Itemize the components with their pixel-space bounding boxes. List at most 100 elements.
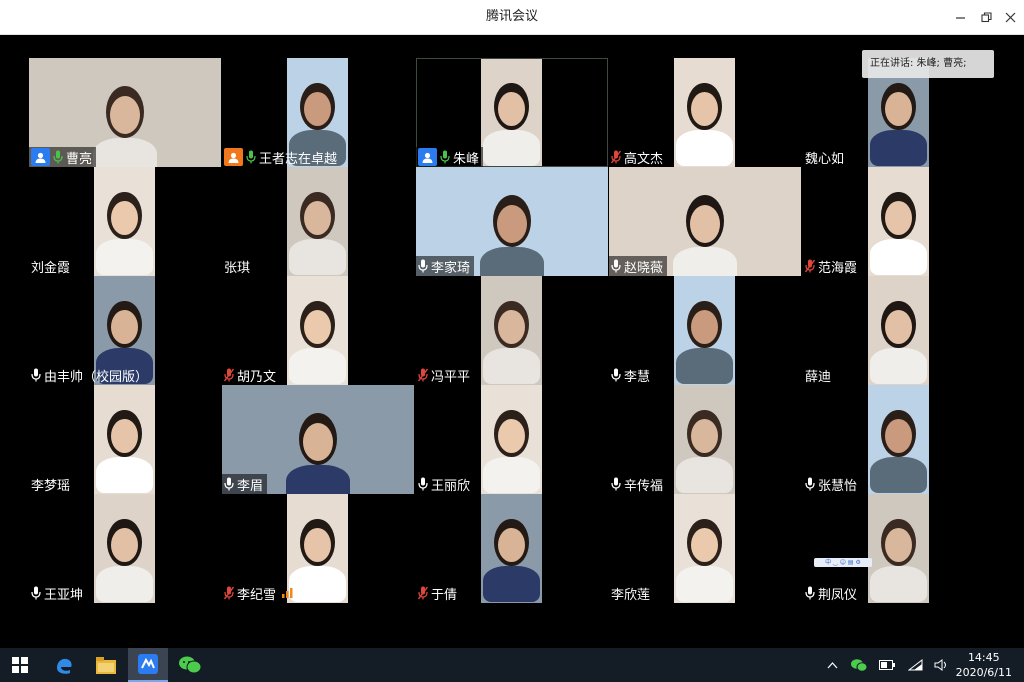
battery-icon[interactable]	[876, 648, 898, 682]
participant-name-label: 薛迪	[803, 365, 835, 385]
taskbar: 14:45 2020/6/11	[0, 648, 1024, 682]
minimize-icon[interactable]	[946, 0, 974, 34]
participant-tile[interactable]: 荆凤仪	[803, 494, 995, 603]
participant-name-label: 赵晓薇	[609, 256, 668, 276]
video-gallery: 曹亮 王者志在卓越 朱峰 高文杰 魏心如刘金霞 张琪 李家琦 赵晓薇 范海霞由丰帅（校园版） 胡乃…	[0, 35, 1024, 648]
participant-name: 李纪雪	[237, 587, 277, 603]
participant-name-label: 李欣莲	[609, 583, 654, 603]
participant-tile[interactable]: 辛传福	[609, 385, 801, 494]
participant-tile[interactable]: 范海霞	[803, 167, 995, 276]
participant-name-label: 高文杰	[609, 147, 667, 167]
mic-icon	[31, 586, 44, 600]
participant-tile[interactable]: 张琪	[222, 167, 414, 276]
edge-icon[interactable]	[44, 648, 84, 682]
speaking-indicator: 正在讲话: 朱峰; 曹亮;	[862, 50, 994, 78]
participant-name: 王亚坤	[44, 587, 84, 603]
mic-icon	[418, 259, 431, 273]
participant-tile[interactable]: 王丽欣	[416, 385, 608, 494]
participant-body	[869, 566, 928, 602]
mic-icon	[805, 477, 818, 491]
participant-name-label: 魏心如	[803, 147, 848, 167]
participant-tile[interactable]: 李家琦	[416, 167, 608, 276]
participant-body	[675, 348, 734, 384]
participant-tile[interactable]: 于倩	[416, 494, 608, 603]
participant-tile[interactable]: 李眉	[222, 385, 414, 494]
participant-body	[869, 239, 928, 275]
participant-tile[interactable]: 朱峰	[416, 58, 608, 167]
participant-body	[93, 138, 157, 167]
participant-body	[95, 566, 154, 602]
mic-icon	[418, 477, 431, 491]
participant-tile[interactable]: 李纪雪	[222, 494, 414, 603]
participant-video	[674, 58, 735, 167]
participant-tile[interactable]: 薛迪	[803, 276, 995, 385]
participant-video	[674, 494, 735, 603]
wifi-icon[interactable]	[904, 648, 926, 682]
participant-body	[675, 566, 734, 602]
participant-tile[interactable]: 冯平平	[416, 276, 608, 385]
participant-tile[interactable]: 王亚坤	[29, 494, 221, 603]
participant-tile[interactable]: 李欣莲	[609, 494, 801, 603]
participant-name-label: 李家琦	[416, 256, 475, 276]
mic-icon	[224, 477, 237, 491]
participant-video	[94, 494, 155, 603]
participant-tile[interactable]: 张慧怡	[803, 385, 995, 494]
mic-icon	[805, 586, 818, 600]
mic-icon	[246, 150, 259, 164]
participant-name-label: 王丽欣	[416, 474, 474, 494]
user-badge-icon	[418, 148, 437, 166]
file-explorer-icon[interactable]	[86, 648, 126, 682]
participant-name: 薛迪	[805, 369, 832, 385]
participant-tile[interactable]: 李慧	[609, 276, 801, 385]
participant-name-label: 辛传福	[609, 474, 667, 494]
participant-tile[interactable]: 由丰帅（校园版）	[29, 276, 221, 385]
window-title: 腾讯会议	[485, 9, 538, 24]
close-icon[interactable]	[996, 0, 1024, 34]
participant-tile[interactable]: 高文杰	[609, 58, 801, 167]
participant-name-label: 王亚坤	[29, 583, 87, 603]
ime-toolbar[interactable]: 中 ‿ ☺ ▤ ⚙	[814, 558, 872, 567]
mic-muted-icon	[418, 368, 431, 382]
participant-body	[95, 457, 154, 493]
system-clock[interactable]: 14:45 2020/6/11	[956, 650, 1012, 680]
volume-icon[interactable]	[930, 648, 952, 682]
participant-name: 辛传福	[624, 478, 664, 494]
windows-start-icon[interactable]	[0, 648, 40, 682]
participant-name-label: 胡乃文	[222, 365, 280, 385]
participant-video	[481, 494, 542, 603]
participant-name-label: 李眉	[222, 474, 268, 494]
participant-tile[interactable]: 刘金霞	[29, 167, 221, 276]
clock-date: 2020/6/11	[955, 666, 1012, 679]
participant-name: 李欣莲	[611, 587, 651, 603]
participant-body	[869, 348, 928, 384]
participant-name: 刘金霞	[31, 260, 71, 276]
participant-name: 王者志在卓越	[259, 151, 338, 167]
participant-name-label: 李梦瑶	[29, 474, 74, 494]
participant-video	[674, 276, 735, 385]
participant-tile[interactable]: 王者志在卓越	[222, 58, 414, 167]
chevron-up-icon[interactable]	[822, 648, 842, 682]
participant-name: 高文杰	[624, 151, 664, 167]
participant-name-label: 于倩	[416, 583, 461, 603]
participant-body	[95, 239, 154, 275]
participant-name: 李眉	[237, 478, 264, 494]
participant-tile[interactable]: 曹亮	[29, 58, 221, 167]
participant-face	[303, 423, 333, 461]
participant-video	[481, 385, 542, 494]
participant-tile[interactable]: 李梦瑶	[29, 385, 221, 494]
signal-strength-icon	[282, 588, 294, 598]
participant-name: 范海霞	[818, 260, 858, 276]
wechat-tray-icon[interactable]	[848, 648, 870, 682]
participant-name-label: 张琪	[222, 256, 254, 276]
participant-name: 张琪	[224, 260, 251, 276]
participant-name-label: 刘金霞	[29, 256, 74, 276]
wechat-icon[interactable]	[170, 648, 210, 682]
mic-muted-icon	[611, 150, 624, 164]
participant-name: 李家琦	[431, 260, 471, 276]
participant-body	[869, 457, 928, 493]
tencent-meeting-icon[interactable]	[128, 648, 168, 682]
participant-face	[497, 205, 527, 243]
participant-tile[interactable]: 胡乃文	[222, 276, 414, 385]
mic-icon	[440, 150, 453, 164]
participant-tile[interactable]: 赵晓薇	[609, 167, 801, 276]
